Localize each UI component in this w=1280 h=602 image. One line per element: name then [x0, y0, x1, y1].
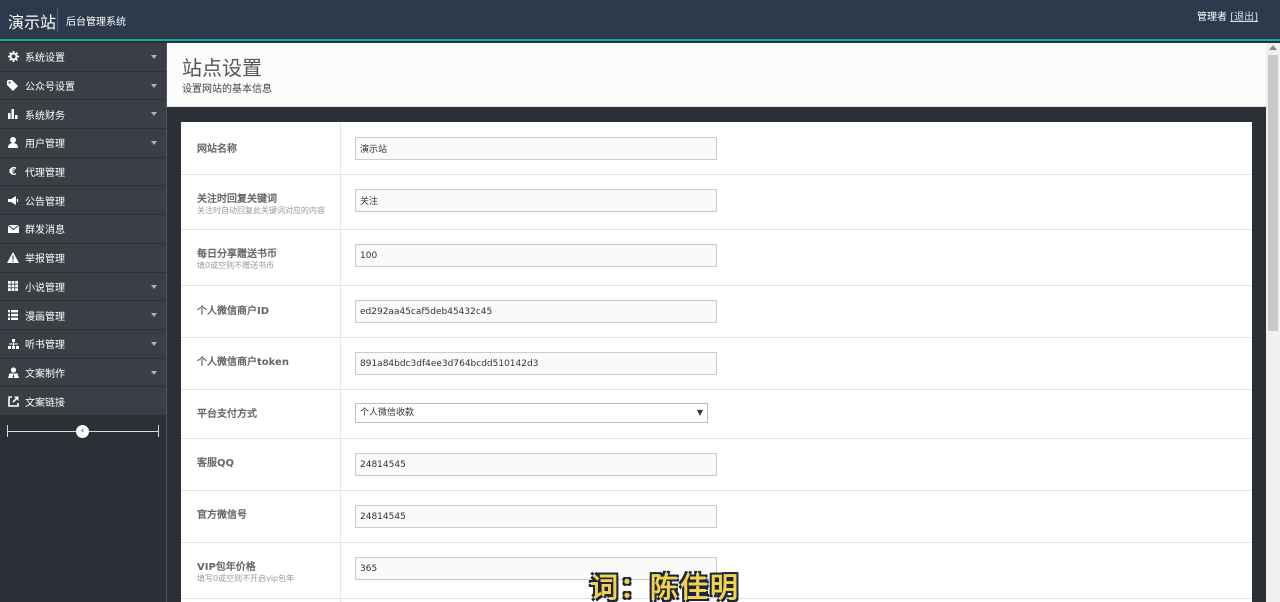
field-label: 平台支付方式 — [197, 409, 257, 420]
service-qq-input[interactable] — [355, 453, 717, 476]
list-icon — [7, 309, 19, 321]
sidebar-item-label: 系统财务 — [25, 110, 65, 122]
field-label: 网站名称 — [197, 144, 237, 155]
form-row-payment-method: 平台支付方式 个人微信收款 ▼ — [181, 390, 1252, 439]
sidebar-item-audiobooks[interactable]: 听书管理 — [0, 330, 166, 359]
form-row-follow-keyword: 关注时回复关键词 关注时自动回复此关键词对应的内容 — [181, 175, 1252, 230]
euro-icon: € — [9, 165, 17, 179]
brand-divider — [57, 8, 58, 32]
sidebar-item-copywriting[interactable]: 文案制作 — [0, 359, 166, 388]
chevron-down-icon — [151, 341, 157, 346]
sidebar-item-label: 举报管理 — [25, 254, 65, 266]
form-row-merchant-id: 个人微信商户ID — [181, 286, 1252, 338]
chevron-down-icon — [151, 284, 157, 289]
sidebar-item-wechat-settings[interactable]: 公众号设置 — [0, 72, 166, 101]
follow-keyword-input[interactable] — [355, 189, 717, 212]
sidebar-item-label: 漫画管理 — [25, 311, 65, 323]
sidebar-menu: 系统设置 公众号设置 系统财务 用户管理 € 代理管理 公告管理 群发消息 举报… — [0, 43, 166, 416]
field-label: 个人微信商户token — [197, 357, 289, 368]
field-label: 官方微信号 — [197, 510, 247, 521]
scrollbar-thumb[interactable] — [1268, 55, 1278, 331]
page-title: 站点设置 — [182, 56, 262, 80]
form-row-daily-share-coins: 每日分享赠送书币 填0或空则不赠送书币 — [181, 230, 1252, 286]
form-row-official-wechat: 官方微信号 — [181, 491, 1252, 543]
megaphone-icon — [7, 194, 19, 206]
user-tie-icon — [7, 366, 19, 378]
chevron-down-icon — [151, 55, 157, 59]
sidebar: 系统设置 公众号设置 系统财务 用户管理 € 代理管理 公告管理 群发消息 举报… — [0, 43, 166, 602]
sidebar-item-label: 公众号设置 — [25, 82, 75, 94]
chevron-down-icon — [151, 370, 157, 375]
sidebar-item-label: 听书管理 — [25, 340, 65, 352]
sidebar-item-copy-links[interactable]: 文案链接 — [0, 387, 166, 416]
user-icon — [7, 137, 19, 149]
bar-chart-icon — [7, 108, 19, 120]
sidebar-item-label: 用户管理 — [25, 139, 65, 151]
official-wechat-input[interactable] — [355, 505, 717, 528]
sidebar-collapse-bar: ‹ — [0, 416, 166, 446]
select-value: 个人微信收款 — [360, 408, 415, 418]
top-bar: 演示站 后台管理系统 管理者 [退出] — [0, 0, 1280, 41]
grid-icon — [7, 280, 19, 292]
brand-logo[interactable]: 演示站 — [8, 9, 56, 33]
sidebar-item-reports[interactable]: 举报管理 — [0, 244, 166, 273]
external-link-icon — [7, 395, 19, 407]
field-label: 关注时回复关键词 — [197, 194, 277, 205]
field-label: 个人微信商户ID — [197, 306, 270, 317]
field-label: 每日分享赠送书币 — [197, 249, 277, 260]
field-label: VIP包年价格 — [197, 562, 256, 573]
sidebar-item-finance[interactable]: 系统财务 — [0, 100, 166, 130]
sidebar-item-label: 公告管理 — [25, 196, 65, 208]
settings-form: 网站名称 关注时回复关键词 关注时自动回复此关键词对应的内容 每日分享赠送书币 … — [181, 122, 1252, 602]
warning-icon — [7, 252, 19, 264]
tag-icon — [7, 80, 19, 92]
sitemap-icon — [7, 338, 19, 350]
sidebar-item-label: 系统设置 — [25, 53, 65, 65]
sidebar-collapse-button[interactable]: ‹ — [76, 424, 89, 438]
form-row-merchant-token: 个人微信商户token — [181, 338, 1252, 390]
envelope-icon — [7, 223, 19, 235]
page-header: 站点设置 设置网站的基本信息 — [167, 43, 1267, 107]
merchant-id-input[interactable] — [355, 300, 717, 323]
sidebar-item-label: 代理管理 — [25, 168, 65, 180]
user-name: 管理者 — [1197, 12, 1227, 23]
gear-icon — [7, 51, 19, 63]
sidebar-item-novels[interactable]: 小说管理 — [0, 273, 166, 302]
sidebar-item-system-settings[interactable]: 系统设置 — [0, 43, 166, 72]
field-help: 填写0或空则不开启vip包年 — [197, 574, 295, 583]
sidebar-item-label: 群发消息 — [25, 225, 65, 237]
site-name-input[interactable] — [355, 137, 717, 160]
sidebar-item-label: 文案制作 — [25, 368, 65, 380]
field-label: 客服QQ — [197, 458, 235, 469]
sidebar-item-announcements[interactable]: 公告管理 — [0, 186, 166, 216]
vertical-scrollbar[interactable] — [1266, 43, 1280, 602]
chevron-down-icon: ▼ — [696, 408, 703, 417]
sidebar-item-label: 小说管理 — [25, 282, 65, 294]
logout-link[interactable]: [退出] — [1230, 12, 1258, 23]
page-description: 设置网站的基本信息 — [182, 84, 272, 95]
payment-method-select[interactable]: 个人微信收款 ▼ — [355, 403, 708, 423]
sidebar-item-comics[interactable]: 漫画管理 — [0, 301, 166, 330]
main-content: 站点设置 设置网站的基本信息 网站名称 关注时回复关键词 关注时自动回复此关键词… — [166, 43, 1267, 602]
field-help: 关注时自动回复此关键词对应的内容 — [197, 206, 325, 215]
sidebar-item-mass-message[interactable]: 群发消息 — [0, 215, 166, 244]
subtitle-caption: 词：陈佳明 — [590, 571, 741, 602]
divider — [158, 424, 159, 437]
scroll-up-icon[interactable] — [1269, 45, 1277, 50]
sidebar-item-users[interactable]: 用户管理 — [0, 129, 166, 158]
chevron-down-icon — [151, 83, 157, 88]
chevron-down-icon — [151, 313, 157, 318]
sidebar-item-label: 文案链接 — [25, 397, 65, 409]
daily-share-coins-input[interactable] — [355, 244, 717, 267]
form-row-service-qq: 客服QQ — [181, 439, 1252, 491]
chevron-down-icon — [151, 141, 157, 146]
chevron-down-icon — [151, 112, 157, 117]
sidebar-item-agents[interactable]: € 代理管理 — [0, 158, 166, 187]
system-subtitle: 后台管理系统 — [66, 17, 126, 28]
field-help: 填0或空则不赠送书币 — [197, 261, 275, 270]
user-area: 管理者 [退出] — [1197, 8, 1258, 23]
merchant-token-input[interactable] — [355, 352, 717, 375]
form-row-site-name: 网站名称 — [181, 122, 1252, 175]
